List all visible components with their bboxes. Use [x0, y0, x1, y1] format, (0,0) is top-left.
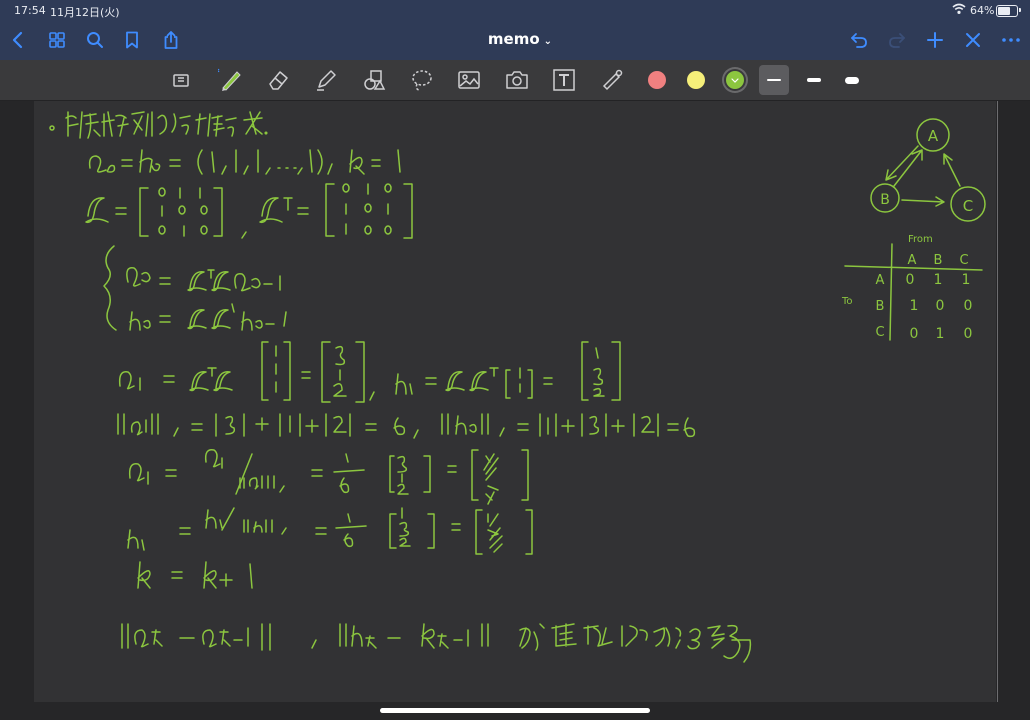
table-col-header: A [908, 253, 917, 268]
table-row-header: C [875, 325, 884, 340]
graph-node-b: B [880, 192, 890, 208]
table-col-header: B [934, 253, 943, 268]
handwritten-termination [121, 623, 752, 663]
handwriting-layer: A B C From To A B C A B C 0 1 1 1 0 0 0 … [49, 111, 986, 663]
table-cell: 1 [934, 272, 943, 288]
graph-node-c: C [963, 197, 973, 215]
table-col-header: C [959, 253, 968, 268]
handwritten-first-iteration [118, 341, 621, 403]
handwritten-update-rules [103, 245, 287, 331]
table-cell: 0 [964, 298, 973, 314]
home-indicator[interactable] [380, 708, 650, 713]
handwritten-initial-vectors [88, 149, 401, 175]
table-row-header: A [876, 273, 885, 288]
table-to-label: To [841, 296, 853, 307]
handwritten-heading [49, 111, 268, 139]
handwritten-norms [117, 413, 696, 439]
table-cell: 0 [964, 326, 973, 342]
handwritten-adjacency-matrices [85, 183, 413, 239]
edge-c-to-a [943, 153, 961, 187]
graph-node-a: A [928, 127, 939, 145]
table-cell: 0 [936, 298, 945, 314]
table-from-label: From [908, 234, 933, 245]
table-cell: 1 [910, 298, 919, 314]
edge-b-to-c [901, 196, 945, 207]
handwritten-increment [137, 561, 253, 589]
table-cell: 1 [962, 272, 971, 288]
table-cell: 0 [906, 272, 915, 288]
table-cell: 0 [910, 326, 919, 342]
handwritten-normalization [127, 449, 533, 555]
table-row-header: B [876, 299, 885, 314]
table-cell: 1 [936, 326, 945, 342]
